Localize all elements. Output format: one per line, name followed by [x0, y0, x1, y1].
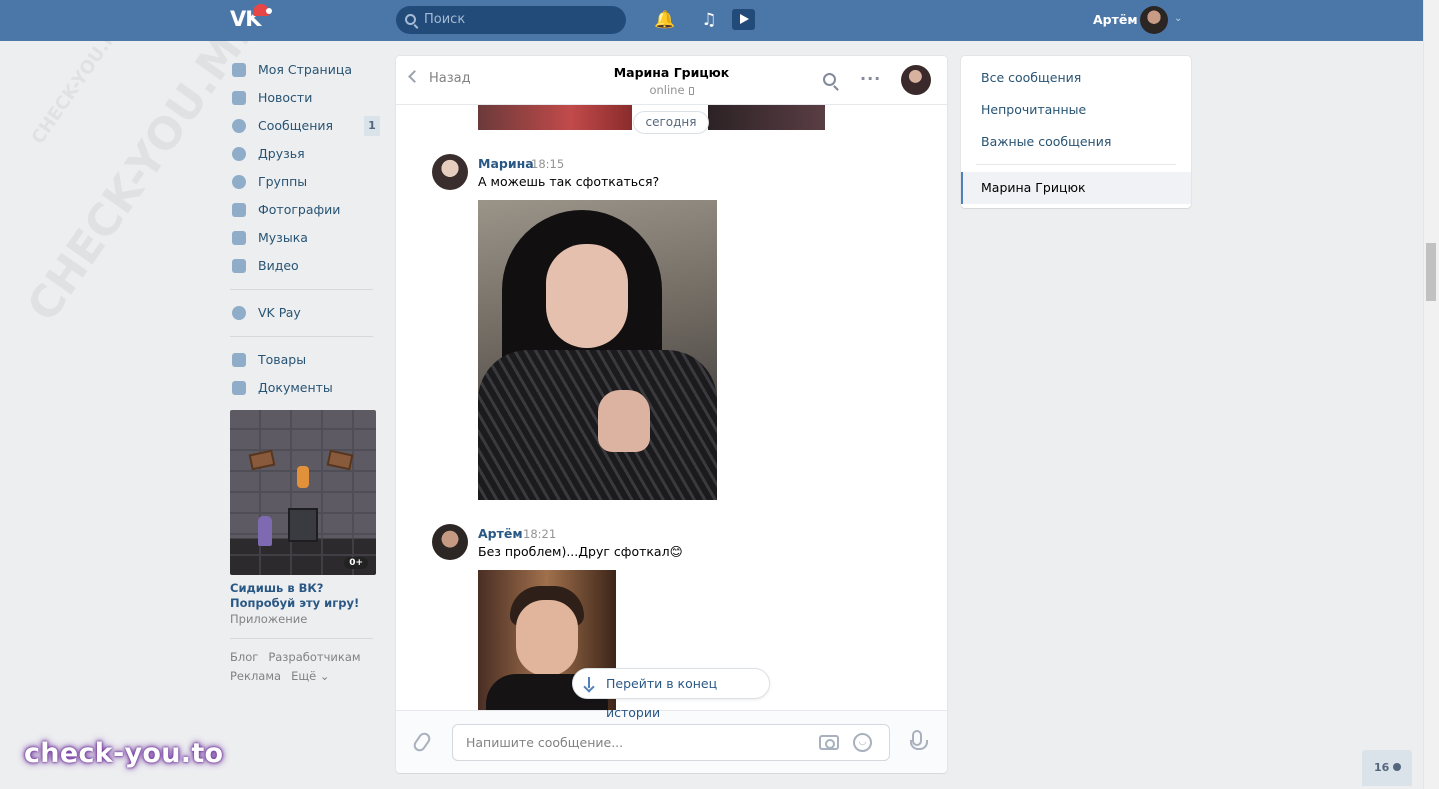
- message-photo[interactable]: [478, 200, 717, 500]
- top-user-avatar[interactable]: [1140, 6, 1168, 34]
- previous-photo[interactable]: [708, 104, 825, 130]
- sidebar-item-video[interactable]: Видео: [230, 252, 380, 280]
- play-icon[interactable]: [732, 9, 755, 30]
- music-note-icon[interactable]: ♫: [699, 10, 719, 30]
- nav-divider: [230, 638, 373, 639]
- message-time: 18:15: [531, 157, 565, 171]
- bell-icon[interactable]: 🔔: [654, 10, 675, 30]
- search-icon[interactable]: [823, 73, 836, 86]
- sidebar-item-music[interactable]: Музыка: [230, 224, 380, 252]
- filter-unread[interactable]: Непрочитанные: [981, 102, 1086, 117]
- chat-panel: Назад Марина Грицюк online ··· сегодня М…: [396, 56, 947, 773]
- jump-to-end-button[interactable]: Перейти в конец истории: [572, 668, 770, 720]
- home-icon: [232, 63, 246, 77]
- message-time: 18:21: [523, 527, 557, 541]
- footer-link-more[interactable]: Ещё ⌄: [291, 669, 329, 683]
- mobile-icon: [688, 87, 694, 95]
- online-friends-button[interactable]: 16: [1362, 750, 1412, 786]
- video-icon: [232, 259, 246, 273]
- sidebar-item-documents[interactable]: Документы: [230, 374, 380, 402]
- groups-icon: [232, 175, 246, 189]
- sidebar-item-photos[interactable]: Фотографии: [230, 196, 380, 224]
- sidebar-item-vkpay[interactable]: VK Pay: [230, 299, 380, 327]
- sidebar-item-goods[interactable]: Товары: [230, 346, 380, 374]
- message-text: А можешь так сфоткаться?: [478, 174, 660, 189]
- emoji-icon[interactable]: ◡: [853, 733, 872, 752]
- footer-link-developers[interactable]: Разработчикам: [268, 650, 360, 664]
- footer-link-blog[interactable]: Блог: [230, 650, 258, 664]
- active-conversation[interactable]: Марина Грицюк: [961, 172, 1191, 204]
- sidebar-item-messages[interactable]: Сообщения 1: [230, 112, 380, 140]
- santa-hat-icon: [253, 4, 272, 16]
- shopping-bag-icon: [232, 353, 246, 367]
- search-input[interactable]: Поиск: [396, 6, 626, 34]
- message-author[interactable]: Марина: [478, 156, 534, 171]
- watermark-text: check-you.to: [24, 738, 224, 769]
- document-icon: [232, 381, 246, 395]
- sidebar-item-friends[interactable]: Друзья: [230, 140, 380, 168]
- microphone-icon[interactable]: [910, 730, 928, 750]
- footer-link-ads[interactable]: Реклама: [230, 669, 281, 683]
- top-bar: VK Поиск 🔔 ♫ Артём ⌄: [0, 0, 1423, 41]
- person-icon: [1393, 763, 1402, 771]
- chevron-down-icon[interactable]: ⌄: [1174, 13, 1182, 24]
- ad-game-image[interactable]: 0+: [230, 410, 376, 575]
- more-icon[interactable]: ···: [860, 69, 881, 88]
- sidebar-item-my-page[interactable]: Моя Страница: [230, 56, 380, 84]
- nav-divider: [230, 336, 373, 337]
- message-composer: ◡: [396, 710, 947, 773]
- messages-badge: 1: [364, 116, 380, 136]
- paperclip-icon[interactable]: [411, 730, 433, 754]
- ad-card[interactable]: 0+ Сидишь в ВК? Попробуй эту игру! Прило…: [230, 410, 376, 626]
- camera-icon[interactable]: [819, 735, 839, 750]
- music-icon: [232, 231, 246, 245]
- ad-subtitle: Приложение: [230, 612, 308, 626]
- vkpay-icon: [232, 306, 246, 320]
- avatar[interactable]: [432, 154, 468, 190]
- age-rating-badge: 0+: [344, 557, 368, 569]
- news-icon: [232, 91, 246, 105]
- sidebar-item-groups[interactable]: Группы: [230, 168, 380, 196]
- filter-important[interactable]: Важные сообщения: [981, 134, 1111, 149]
- message-author[interactable]: Артём: [478, 526, 523, 541]
- messages-icon: [232, 119, 246, 133]
- message-text: Без проблем)...Друг сфоткал😊: [478, 544, 683, 559]
- panel-divider: [976, 164, 1176, 165]
- camera-icon: [232, 203, 246, 217]
- arrow-down-icon: [588, 677, 590, 688]
- left-nav: Моя Страница Новости Сообщения 1 Друзья Г…: [230, 56, 380, 686]
- filter-all-messages[interactable]: Все сообщения: [981, 70, 1081, 85]
- search-placeholder: Поиск: [424, 12, 466, 27]
- scrollbar-thumb[interactable]: [1426, 243, 1436, 301]
- messages-filter-panel: Все сообщения Непрочитанные Важные сообщ…: [961, 56, 1191, 208]
- sidebar-item-news[interactable]: Новости: [230, 84, 380, 112]
- chat-header: Назад Марина Грицюк online ···: [396, 56, 947, 105]
- footer-links: Блог Разработчикам Реклама Ещё ⌄: [230, 648, 376, 686]
- search-icon: [405, 14, 416, 25]
- previous-photo[interactable]: [478, 104, 632, 130]
- page-scrollbar[interactable]: [1423, 0, 1439, 789]
- nav-divider: [230, 289, 373, 290]
- top-user-name[interactable]: Артём: [1093, 12, 1138, 27]
- avatar[interactable]: [432, 524, 468, 560]
- ad-title[interactable]: Сидишь в ВК? Попробуй эту игру!: [230, 581, 376, 611]
- peer-avatar[interactable]: [901, 65, 931, 95]
- date-divider: сегодня: [633, 111, 709, 134]
- friends-icon: [232, 147, 246, 161]
- vk-logo[interactable]: VK: [230, 4, 274, 33]
